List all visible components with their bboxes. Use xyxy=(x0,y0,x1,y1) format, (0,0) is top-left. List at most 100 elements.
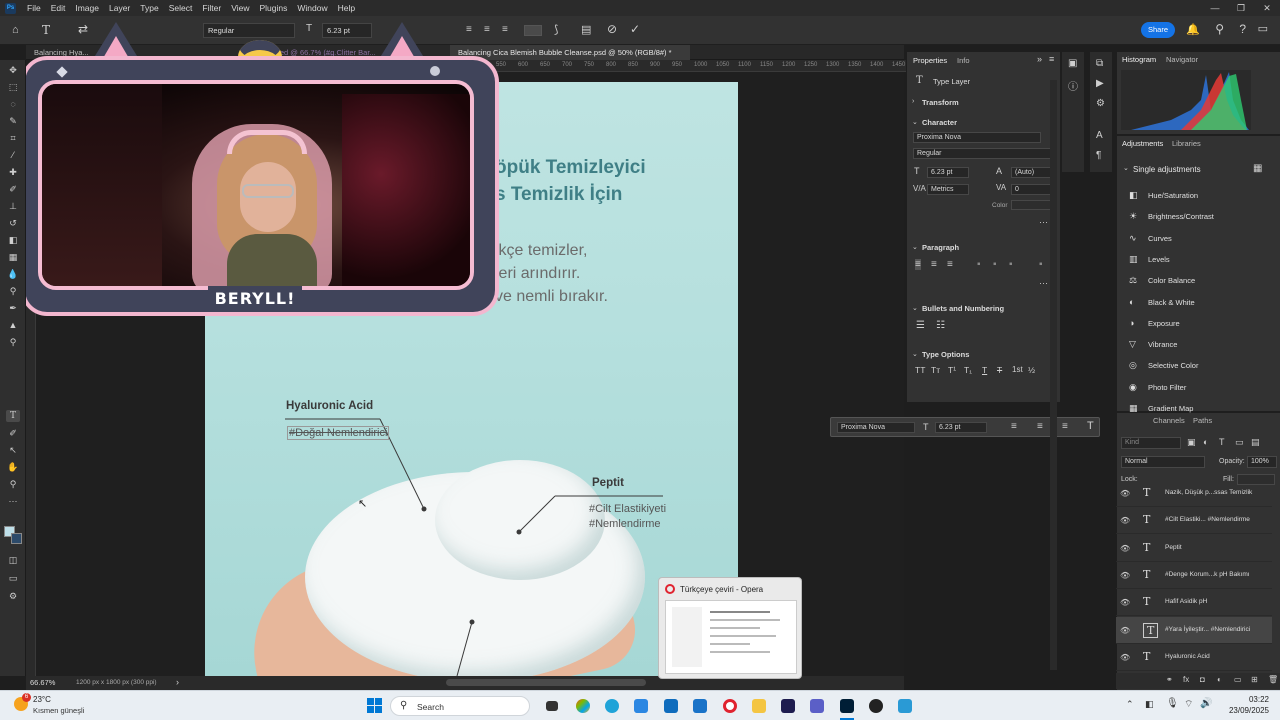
help-icon[interactable]: ? xyxy=(1239,22,1246,36)
text-color-prop-swatch[interactable] xyxy=(1011,200,1051,210)
opera-preview-popup[interactable]: Türkçeye çeviri - Opera xyxy=(658,577,802,679)
history-icon[interactable]: ⧉ xyxy=(1096,58,1103,69)
adjustment-item[interactable]: Selective Color xyxy=(1148,361,1198,370)
hyaluronic-label[interactable]: Hyaluronic Acid xyxy=(286,400,373,412)
menu-edit[interactable]: Edit xyxy=(46,3,71,13)
link-icon[interactable]: ⚭ xyxy=(1166,675,1173,684)
adjustment-item[interactable]: Brightness/Contrast xyxy=(1148,212,1214,221)
leading-field[interactable]: (Auto) xyxy=(1011,167,1051,178)
subscript-icon[interactable]: T₁ xyxy=(964,365,972,375)
grid-view-icon[interactable]: ▦ xyxy=(1253,163,1262,174)
layer-row[interactable]: 👁 T #Cilt Elastiki... #Nemlendirme xyxy=(1116,507,1272,535)
tab-info[interactable]: Info xyxy=(957,56,970,65)
peptit-label[interactable]: Peptit xyxy=(592,477,624,489)
background-color-swatch[interactable] xyxy=(11,533,22,544)
fx-icon[interactable]: fx xyxy=(1183,675,1189,684)
tracking-field[interactable]: 0 xyxy=(1011,184,1051,195)
more-tools-icon[interactable]: ··· xyxy=(6,495,20,507)
menu-help[interactable]: Help xyxy=(333,3,360,13)
artboard-tool-icon[interactable]: ⬚ xyxy=(6,81,20,93)
tab-histogram[interactable]: Histogram xyxy=(1122,55,1156,64)
wifi-icon[interactable]: ⌔ xyxy=(1184,698,1193,711)
paragraph-section[interactable]: Paragraph xyxy=(922,243,959,252)
commit-icon[interactable]: ✓ xyxy=(630,22,640,36)
menu-window[interactable]: Window xyxy=(292,3,332,13)
panel-collapse-icon[interactable]: » xyxy=(1037,54,1042,64)
quick-mask-icon[interactable]: ◫ xyxy=(6,554,20,566)
delete-icon[interactable]: 🗑 xyxy=(1268,675,1278,684)
layer-name[interactable]: #Yara İyileştir... #Nemlendirici xyxy=(1165,626,1250,633)
numbered-list-icon[interactable]: ☷ xyxy=(936,320,945,331)
strikethrough-icon[interactable]: T xyxy=(997,365,1002,375)
visibility-eye-icon[interactable]: 👁 xyxy=(1120,626,1130,635)
layer-row[interactable]: 👁 T Nazik, Düşük p...ssas Temizlik xyxy=(1116,480,1272,507)
tab-properties[interactable]: Properties xyxy=(913,56,947,65)
volume-icon[interactable]: 🔊 xyxy=(1200,698,1212,709)
bullets-section[interactable]: Bullets and Numbering xyxy=(922,304,1004,313)
filter-type-icon[interactable]: T xyxy=(1219,437,1225,447)
opacity-field[interactable]: 100% xyxy=(1247,456,1277,468)
ctx-type-icon[interactable]: T xyxy=(1087,420,1094,432)
chevron-up-icon[interactable]: ⌃ xyxy=(1126,699,1134,710)
justify-all-icon[interactable]: ▪ xyxy=(1039,259,1043,270)
store-icon[interactable] xyxy=(634,699,648,713)
after-effects-icon[interactable] xyxy=(781,699,795,713)
info-icon[interactable]: ⓘ xyxy=(1068,78,1078,93)
meet-icon[interactable]: ◧ xyxy=(1145,699,1154,710)
layer-filter-input[interactable]: Kind xyxy=(1121,437,1181,449)
size-prop-field[interactable]: 6.23 pt xyxy=(927,167,969,178)
paragraph-more-icon[interactable]: ··· xyxy=(1039,278,1048,288)
transform-section[interactable]: Transform xyxy=(922,98,959,107)
share-button[interactable]: Share xyxy=(1141,22,1175,38)
visibility-eye-icon[interactable]: 👁 xyxy=(1120,516,1130,525)
zoom-lens-tool-icon[interactable]: ⚲ xyxy=(6,336,20,348)
superscript-icon[interactable]: T¹ xyxy=(948,365,956,375)
visibility-eye-icon[interactable]: 👁 xyxy=(1120,598,1130,607)
cancel-icon[interactable]: ⊘ xyxy=(607,22,617,36)
para-align-left-icon[interactable]: ≡ xyxy=(915,259,921,270)
small-caps-icon[interactable]: Tт xyxy=(931,365,940,375)
crop-tool-icon[interactable]: ⌗ xyxy=(6,132,20,144)
character-more-icon[interactable]: ··· xyxy=(1039,217,1048,227)
minimize-icon[interactable]: — xyxy=(1202,0,1228,16)
teams-icon[interactable] xyxy=(810,699,824,713)
text-color-swatch[interactable] xyxy=(524,25,542,36)
menu-layer[interactable]: Layer xyxy=(104,3,135,13)
type-options-section[interactable]: Type Options xyxy=(922,350,969,359)
libraries-icon[interactable]: ▣ xyxy=(1068,58,1077,69)
weather-temp[interactable]: 23°C xyxy=(33,695,51,704)
justify-last-left-icon[interactable]: ▪ xyxy=(977,259,981,270)
bell-icon[interactable]: 🔔 xyxy=(1186,23,1200,36)
peptit-tag-1[interactable]: #Cilt Elastikiyeti xyxy=(589,503,666,515)
tab-libraries[interactable]: Libraries xyxy=(1172,139,1201,148)
layer-row[interactable]: 👁 T #Denge Korum...k pH Bakımı xyxy=(1116,562,1272,589)
move-tool-icon[interactable]: ✥ xyxy=(6,64,20,76)
filter-pixel-icon[interactable]: ▣ xyxy=(1187,437,1196,448)
adjustment-item[interactable]: Curves xyxy=(1148,234,1172,243)
layer-name[interactable]: Hafif Asidik pH xyxy=(1165,598,1207,605)
search-icon[interactable]: ⚲ xyxy=(1215,22,1224,36)
adjustment-item[interactable]: Photo Filter xyxy=(1148,383,1186,392)
para-align-right-icon[interactable]: ≡ xyxy=(947,259,953,270)
visibility-eye-icon[interactable]: 👁 xyxy=(1120,544,1130,553)
all-caps-icon[interactable]: TT xyxy=(915,365,925,375)
chevron-down-icon[interactable]: ⌄ xyxy=(912,304,918,312)
workspace-icon[interactable]: ▭ xyxy=(1258,22,1268,35)
layer-row[interactable]: 👁 T Peptit xyxy=(1116,535,1272,562)
ctx-align-center-icon[interactable]: ≡ xyxy=(1037,421,1043,432)
zoom-level[interactable]: 66.67% xyxy=(30,678,55,687)
new-layer-icon[interactable]: ⊞ xyxy=(1251,675,1258,684)
direct-select-tool-icon[interactable]: ↖ xyxy=(6,444,20,456)
menu-plugins[interactable]: Plugins xyxy=(254,3,292,13)
chevron-down-icon[interactable]: ⌄ xyxy=(912,350,918,358)
vertical-scrollbar[interactable] xyxy=(1050,80,1057,670)
align-right-icon[interactable]: ≡ xyxy=(502,24,508,35)
remote-desktop-icon[interactable] xyxy=(693,699,707,713)
layer-row[interactable]: 👁 T Hafif Asidik pH xyxy=(1116,589,1272,617)
adjustment-item[interactable]: Exposure xyxy=(1148,319,1180,328)
gradient-tool-icon[interactable]: ▦ xyxy=(6,251,20,263)
path-select-tool-icon[interactable]: ✐ xyxy=(6,427,20,439)
eyedropper-tool-icon[interactable]: ⁄ xyxy=(6,149,20,161)
panel-menu-icon[interactable]: ≡ xyxy=(1049,54,1054,64)
menu-filter[interactable]: Filter xyxy=(197,3,226,13)
